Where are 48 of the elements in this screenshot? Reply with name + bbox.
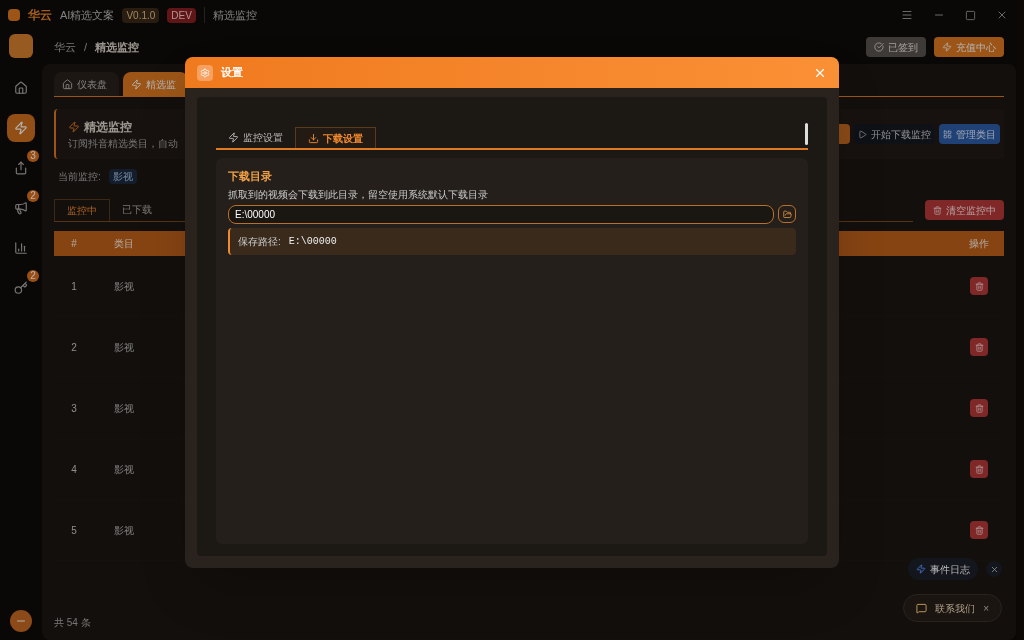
badge: 2 (27, 190, 39, 202)
page-subtitle: 订阅抖音精选类目，自动 (68, 136, 178, 151)
table-cell-text: 影视 (113, 523, 135, 538)
table-cell-text: 影视 (113, 462, 135, 477)
dialog-title: 设置 (221, 65, 243, 81)
column-header: 操作 (968, 237, 990, 251)
path-input-field[interactable]: E:\00000 (228, 204, 774, 224)
table-cell-text: 影视 (113, 401, 135, 416)
start-monitor-button[interactable]: 开始下载监控 (854, 124, 935, 144)
settings-tab[interactable]: 监控设置 (216, 127, 295, 148)
breadcrumb-separator: / (83, 39, 89, 55)
app-name: AI精选文案 (60, 7, 115, 23)
settings-tab[interactable]: 下载设置 (295, 127, 376, 148)
column-header: 类目 (113, 237, 135, 251)
table-cell-text: 影视 (113, 340, 135, 355)
list-tab[interactable]: 监控中 (54, 198, 110, 221)
footer-count: 共 54 条 (54, 615, 91, 630)
table-cell-text: 3 (70, 401, 78, 416)
clear-monitoring-button[interactable]: 清空监控中 (925, 200, 1004, 220)
category-tag: 影视 (108, 168, 137, 184)
brand-name: 华云 (28, 7, 52, 24)
column-header: # (70, 237, 78, 251)
table-cell-text: 1 (70, 279, 78, 294)
table-cell-text: 影视 (113, 279, 135, 294)
list-tab[interactable]: 已下载 (110, 198, 164, 221)
version-tag: V0.1.0 (122, 7, 160, 23)
checkin-button[interactable]: 已签到 (866, 37, 926, 57)
current-monitor-label: 当前监控: (58, 169, 101, 184)
env-tag: DEV (167, 7, 196, 23)
page-name: 精选监控 (203, 6, 257, 24)
event-log-button[interactable]: 事件日志 (908, 558, 978, 580)
save-path-label: 保存路径: (238, 234, 281, 249)
badge: 3 (27, 150, 39, 162)
breadcrumb-link[interactable]: 华云 (54, 38, 76, 56)
breadcrumb-current: 精选监控 (95, 39, 140, 55)
table-cell-text: 4 (70, 462, 78, 477)
section-title: 下载目录 (228, 169, 273, 184)
recharge-button[interactable]: 充值中心 (934, 37, 1004, 57)
table-cell-text: 5 (70, 523, 78, 538)
contact-button[interactable]: 联系我们 × (903, 594, 1002, 622)
badge: 2 (27, 270, 39, 282)
page-tab[interactable]: 精选监 (123, 72, 188, 96)
table-cell-text: 2 (70, 340, 78, 355)
section-description: 抓取到的视频会下载到此目录，留空使用系统默认下载目录 (228, 187, 489, 202)
manage-categories-button[interactable]: 管理类目 (939, 124, 1000, 144)
page-title: 精选监控 (84, 118, 132, 136)
save-path-value: E:\00000 (288, 234, 337, 249)
page-tab[interactable]: 仪表盘 (54, 72, 119, 96)
